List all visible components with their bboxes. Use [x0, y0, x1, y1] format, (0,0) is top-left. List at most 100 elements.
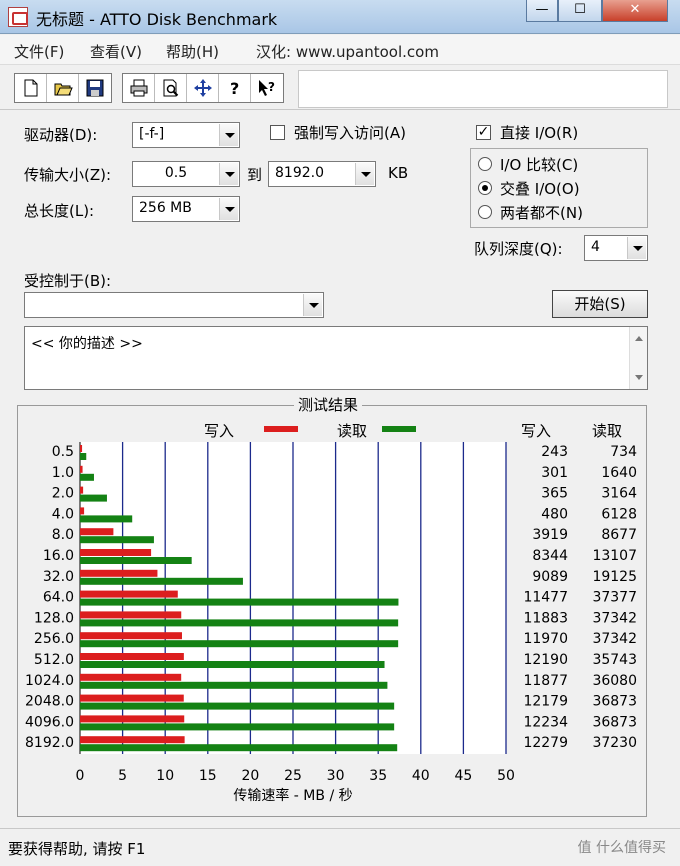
- context-help-icon[interactable]: ?: [251, 74, 283, 102]
- read-bar: [80, 640, 399, 648]
- write-bar: [80, 528, 114, 536]
- io-compare-radio[interactable]: [478, 157, 492, 171]
- kb-label: KB: [388, 164, 409, 182]
- direct-io-checkbox[interactable]: ✓: [476, 125, 491, 140]
- close-button[interactable]: ✕: [602, 0, 668, 22]
- menu-help[interactable]: 帮助(H): [166, 41, 219, 62]
- read-bar: [80, 598, 399, 606]
- io-compare-label: I/O 比较(C): [500, 156, 579, 174]
- read-value-label: 36080: [592, 673, 637, 689]
- description-scrollbar[interactable]: [629, 327, 647, 389]
- read-bar: [80, 744, 398, 752]
- print-icon[interactable]: [123, 74, 155, 102]
- y-tick-label: 8.0: [52, 527, 74, 543]
- force-write-label: 强制写入访问(A): [294, 124, 406, 142]
- chevron-down-icon[interactable]: [219, 124, 238, 146]
- overlapped-io-label: 交叠 I/O(O): [500, 180, 580, 198]
- new-icon[interactable]: [15, 74, 47, 102]
- description-textarea[interactable]: << 你的描述 >>: [24, 326, 648, 390]
- transfer-to-select[interactable]: 8192.0: [268, 161, 376, 187]
- transfer-from-select[interactable]: 0.5: [132, 161, 240, 187]
- write-value-label: 12179: [523, 694, 568, 710]
- y-tick-label: 1024.0: [25, 673, 74, 689]
- force-write-checkbox[interactable]: [270, 125, 285, 140]
- read-value-label: 19125: [592, 569, 637, 585]
- move-icon[interactable]: [187, 74, 219, 102]
- x-tick-label: 35: [369, 768, 387, 784]
- toolbar-file-group: [14, 73, 112, 103]
- write-bar: [80, 445, 83, 452]
- menu-bar: 文件(F) 查看(V) 帮助(H) 汉化: www.upantool.com: [0, 35, 680, 65]
- menu-view[interactable]: 查看(V): [90, 41, 142, 62]
- y-tick-label: 4096.0: [25, 714, 74, 730]
- save-icon[interactable]: [79, 74, 111, 102]
- minimize-button[interactable]: —: [526, 0, 558, 22]
- read-value-label: 13107: [592, 548, 637, 564]
- read-value-label: 6128: [601, 506, 637, 522]
- controlled-by-select[interactable]: [24, 292, 324, 318]
- write-bar: [80, 569, 158, 577]
- overlapped-io-radio[interactable]: [478, 181, 492, 195]
- write-bar: [80, 653, 184, 660]
- x-tick-label: 45: [454, 768, 472, 784]
- y-tick-label: 2.0: [52, 486, 74, 502]
- open-icon[interactable]: [47, 74, 79, 102]
- read-bar: [80, 577, 243, 585]
- write-bar: [80, 507, 85, 515]
- svg-text:?: ?: [230, 79, 239, 98]
- to-label: 到: [247, 166, 263, 184]
- drive-select[interactable]: [-f-]: [132, 122, 240, 148]
- y-tick-label: 512.0: [34, 652, 74, 668]
- read-bar: [80, 515, 133, 523]
- svg-text:?: ?: [268, 80, 275, 94]
- menu-credit[interactable]: 汉化: www.upantool.com: [256, 41, 439, 62]
- drive-label: 驱动器(D):: [24, 126, 98, 144]
- preview-icon[interactable]: [155, 74, 187, 102]
- write-bar: [80, 549, 152, 556]
- read-value-label: 1640: [601, 465, 637, 481]
- window-title: 无标题 - ATTO Disk Benchmark: [36, 10, 278, 29]
- status-text: 要获得帮助, 请按 F1: [8, 840, 146, 858]
- results-chart: 0 5 10 15 20 25 30 35 40 45 50 传输速率 - MB / 秒 写入 读取 写入 读…: [25, 422, 637, 804]
- y-tick-label: 4.0: [52, 506, 74, 522]
- x-tick-label: 5: [118, 768, 127, 784]
- read-bar: [80, 619, 399, 627]
- chevron-down-icon[interactable]: [219, 163, 238, 185]
- queue-depth-select[interactable]: 4: [584, 235, 648, 261]
- write-bar: [80, 632, 182, 640]
- y-tick-label: 256.0: [34, 631, 74, 647]
- y-tick-label: 2048.0: [25, 694, 74, 710]
- neither-label: 两者都不(N): [500, 204, 583, 222]
- x-axis-label: 传输速率 - MB / 秒: [233, 787, 352, 804]
- chevron-down-icon[interactable]: [355, 163, 374, 185]
- chevron-down-icon[interactable]: [627, 237, 646, 259]
- write-value-label: 11877: [523, 673, 568, 689]
- read-bar: [80, 494, 107, 502]
- maximize-button[interactable]: ☐: [558, 0, 602, 22]
- x-tick-label: 20: [241, 768, 259, 784]
- neither-radio[interactable]: [478, 205, 492, 219]
- chevron-down-icon[interactable]: [303, 294, 322, 316]
- x-tick-label: 25: [284, 768, 302, 784]
- write-value-label: 8344: [532, 548, 568, 564]
- total-length-select[interactable]: 256 MB: [132, 196, 240, 222]
- read-bar: [80, 453, 87, 460]
- total-length-label: 总长度(L):: [24, 202, 95, 220]
- chevron-down-icon[interactable]: [219, 198, 238, 220]
- write-value-label: 11883: [523, 610, 568, 626]
- start-button[interactable]: 开始(S): [552, 290, 648, 318]
- toolbar-spacer: [298, 70, 668, 108]
- write-value-label: 480: [541, 506, 568, 522]
- read-bar: [80, 702, 395, 710]
- description-text: << 你的描述 >>: [31, 336, 143, 352]
- y-tick-label: 128.0: [34, 610, 74, 626]
- write-bar: [80, 673, 182, 681]
- help-icon[interactable]: ?: [219, 74, 251, 102]
- watermark: 值 什么值得买: [577, 840, 666, 856]
- queue-depth-label: 队列深度(Q):: [474, 240, 563, 258]
- write-value-label: 12190: [523, 652, 568, 668]
- menu-file[interactable]: 文件(F): [14, 41, 64, 62]
- read-bar: [80, 473, 94, 481]
- transfer-to-value: 8192.0: [275, 165, 324, 181]
- write-value-label: 301: [541, 465, 568, 481]
